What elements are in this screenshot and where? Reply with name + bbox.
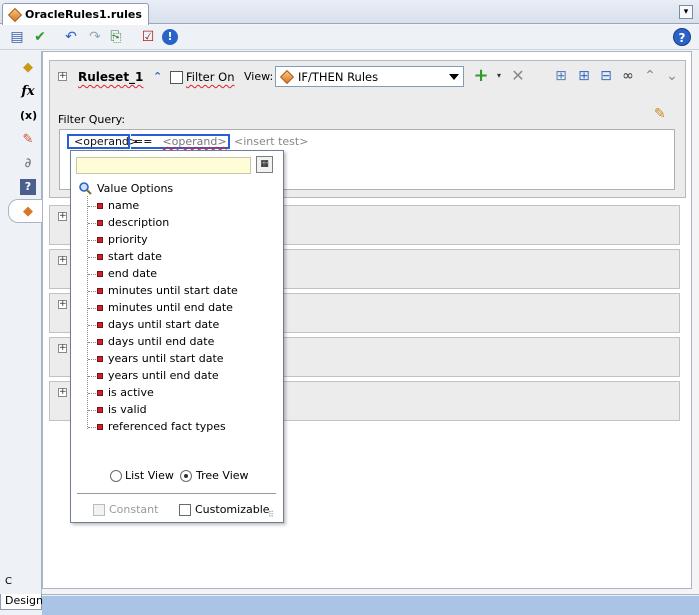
tree-item-days-until-start-date[interactable]: days until start date — [88, 317, 268, 334]
help-icon[interactable]: ? — [20, 179, 36, 195]
field-icon — [97, 339, 103, 345]
field-icon — [97, 271, 103, 277]
export-icon[interactable]: ⎘ — [108, 29, 124, 45]
view-selected-value: IF/THEN Rules — [298, 70, 379, 84]
customizable-label[interactable]: Customizable — [195, 503, 270, 516]
delete-rule-icon[interactable]: ✕ — [510, 68, 526, 84]
view-label: View: — [244, 70, 274, 83]
move-down-icon[interactable]: ⌄ — [664, 68, 680, 84]
field-icon — [97, 237, 103, 243]
redo-icon[interactable]: ↷ — [87, 29, 103, 45]
field-icon — [97, 356, 103, 362]
rule-expand-icon[interactable]: + — [58, 388, 67, 397]
rules-file-icon — [7, 7, 23, 23]
chevron-down-icon — [449, 74, 459, 80]
facts-icon[interactable]: ◆ — [20, 60, 36, 76]
rule-expand-icon[interactable]: + — [58, 344, 67, 353]
add-rule-icon[interactable]: + — [473, 67, 489, 85]
links-icon[interactable]: ∂ — [20, 156, 36, 172]
help-icon[interactable]: ? — [673, 28, 691, 46]
edit-pencil-icon[interactable]: ✎ — [654, 106, 670, 122]
undo-icon[interactable]: ↶ — [63, 29, 79, 45]
resize-grip-icon[interactable]: ⠿ — [268, 511, 274, 519]
globals-icon[interactable]: (x) — [20, 108, 37, 124]
tree-item-end-date[interactable]: end date — [88, 266, 268, 283]
glasses-icon[interactable]: ∞ — [620, 68, 636, 84]
tree-item-referenced-fact-types[interactable]: referenced fact types — [88, 419, 268, 436]
bucketsets-icon[interactable]: ✎ — [20, 132, 36, 148]
tree-item-years-until-start-date[interactable]: years until start date — [88, 351, 268, 368]
insert-test-link[interactable]: <insert test> — [234, 135, 308, 148]
design-tab[interactable]: Design — [0, 594, 43, 610]
field-icon — [97, 390, 103, 396]
value-search-input[interactable] — [76, 157, 251, 174]
collapse-all-icon[interactable]: ⊟ — [598, 68, 614, 84]
field-icon — [97, 424, 103, 430]
ruleset-structure-icon[interactable]: ⊞ — [553, 68, 569, 84]
collapsed-panel-label[interactable]: C — [5, 576, 12, 587]
tree-item-minutes-until-end-date[interactable]: minutes until end date — [88, 300, 268, 317]
rule-expand-icon[interactable]: + — [58, 300, 67, 309]
filter-query-label: Filter Query: — [58, 113, 126, 126]
popup-divider — [77, 493, 276, 494]
field-icon — [97, 305, 103, 311]
field-icon — [97, 220, 103, 226]
field-icon — [97, 288, 103, 294]
editor-tab[interactable]: OracleRules1.rules — [2, 3, 149, 25]
field-icon — [97, 322, 103, 328]
view-select[interactable]: IF/THEN Rules — [275, 66, 464, 87]
field-icon — [97, 203, 103, 209]
tree-view-label[interactable]: Tree View — [196, 469, 249, 482]
search-icon — [78, 181, 92, 195]
status-bar — [42, 596, 699, 615]
constant-checkbox[interactable] — [93, 504, 105, 516]
right-operand[interactable]: <operand> — [162, 135, 226, 148]
info-icon[interactable]: ! — [162, 29, 178, 45]
rule-diamond-icon — [279, 69, 295, 85]
field-icon — [97, 373, 103, 379]
tree-item-priority[interactable]: priority — [88, 232, 268, 249]
tree-item-days-until-end-date[interactable]: days until end date — [88, 334, 268, 351]
editor-toolbar: ▤ ✔ ↶ ↷ ⎘ ☑ ! ? — [0, 25, 699, 50]
rule-expand-icon[interactable]: + — [58, 212, 67, 221]
dictionary-icon[interactable]: ▤ — [9, 29, 25, 45]
filter-on-checkbox[interactable] — [170, 71, 183, 84]
tree-item-years-until-end-date[interactable]: years until end date — [88, 368, 268, 385]
tree-item-start-date[interactable]: start date — [88, 249, 268, 266]
operator[interactable]: == — [134, 135, 152, 148]
field-icon — [97, 254, 103, 260]
query-operator-area: == <operand> — [131, 134, 230, 149]
rulesets-icon[interactable]: ◆ — [20, 204, 36, 220]
expand-all-icon[interactable]: ⊞ — [576, 68, 592, 84]
left-navigation-strip: ◆ fx (x) ✎ ∂ ? ◆ — [0, 51, 42, 594]
constant-label: Constant — [109, 503, 159, 516]
customizable-checkbox[interactable] — [179, 504, 191, 516]
ruleset-expand-icon[interactable]: + — [58, 72, 67, 81]
editor-tab-strip: OracleRules1.rules ▾ — [0, 0, 699, 25]
tree-item-is-valid[interactable]: is valid — [88, 402, 268, 419]
field-icon — [97, 407, 103, 413]
tree-item-name[interactable]: name — [88, 198, 268, 215]
collapse-up-icon[interactable]: ⌃ — [153, 70, 162, 83]
tree-item-description[interactable]: description — [88, 215, 268, 232]
tree-view-radio[interactable] — [180, 470, 192, 482]
move-up-icon[interactable]: ⌃ — [642, 68, 658, 84]
test-icon[interactable]: ☑ — [140, 29, 156, 45]
rule-expand-icon[interactable]: + — [58, 256, 67, 265]
tab-list-dropdown-icon[interactable]: ▾ — [679, 5, 693, 19]
tree-item-is-active[interactable]: is active — [88, 385, 268, 402]
list-view-radio[interactable] — [110, 470, 122, 482]
add-menu-arrow-icon[interactable]: ▾ — [491, 68, 507, 84]
tree-item-minutes-until-start-date[interactable]: minutes until start date — [88, 283, 268, 300]
list-view-label[interactable]: List View — [125, 469, 174, 482]
validate-check-icon[interactable]: ✔ — [32, 29, 48, 45]
editor-tab-title: OracleRules1.rules — [25, 8, 142, 21]
expression-builder-icon[interactable]: ▦ — [256, 156, 273, 173]
functions-icon[interactable]: fx — [20, 84, 36, 100]
filter-on-label[interactable]: Filter On — [186, 70, 234, 84]
left-operand[interactable]: <operand> — [67, 134, 138, 149]
ruleset-name[interactable]: Ruleset_1 — [78, 70, 143, 84]
tree-root-label[interactable]: Value Options — [97, 182, 173, 195]
